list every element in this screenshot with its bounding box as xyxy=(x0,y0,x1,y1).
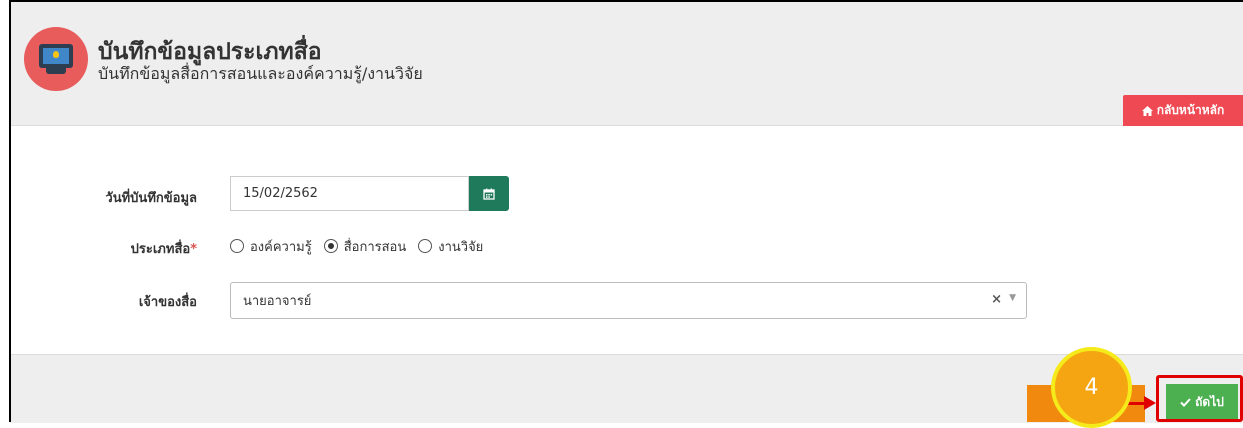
step-badge: 4 xyxy=(1051,347,1132,428)
radio-option-teaching-media[interactable]: สื่อการสอน xyxy=(323,236,407,257)
home-button[interactable]: กลับหน้าหลัก xyxy=(1123,95,1243,126)
radio-option-label: งานวิจัย xyxy=(438,239,484,255)
header-avatar xyxy=(24,27,88,91)
monitor-lightbulb-icon xyxy=(39,44,73,68)
date-input[interactable]: 15/02/2562 xyxy=(230,176,469,211)
owner-label: เจ้าของสื่อ xyxy=(138,295,197,310)
page-header: บันทึกข้อมูลประเภทสื่อ บันทึกข้อมูลสื่อก… xyxy=(11,2,1243,126)
calendar-icon xyxy=(483,188,495,200)
radio-option-knowledge[interactable]: องค์ความรู้ xyxy=(230,236,312,257)
date-label: วันที่บันทึกข้อมูล xyxy=(105,191,197,206)
radio-button[interactable] xyxy=(230,239,244,253)
home-icon xyxy=(1141,105,1153,116)
owner-select[interactable]: นายอาจารย์ × ▼ xyxy=(230,282,1027,319)
clear-selection-icon[interactable]: × xyxy=(991,292,1002,307)
monitor-stand-icon xyxy=(46,68,66,74)
chevron-down-icon[interactable]: ▼ xyxy=(1009,293,1016,303)
lightbulb-icon xyxy=(53,51,59,58)
owner-value: นายอาจารย์ xyxy=(243,294,312,309)
media-type-radio-group: องค์ความรู้ สื่อการสอน งานวิจัย xyxy=(230,236,483,256)
page-subtitle: บันทึกข้อมูลสื่อการสอนและองค์ความรู้/งาน… xyxy=(98,64,423,83)
media-type-label: ประเภทสื่อ* xyxy=(130,242,197,257)
radio-button-checked[interactable] xyxy=(323,239,338,253)
highlight-box xyxy=(1156,375,1243,422)
calendar-button[interactable] xyxy=(469,176,509,211)
home-button-label: กลับหน้าหลัก xyxy=(1156,103,1225,117)
radio-option-research[interactable]: งานวิจัย xyxy=(418,236,483,257)
arrow-right-icon xyxy=(1144,396,1156,410)
required-asterisk: * xyxy=(190,242,197,257)
radio-option-label: องค์ความรู้ xyxy=(250,239,312,255)
date-value: 15/02/2562 xyxy=(243,186,318,201)
radio-button[interactable] xyxy=(418,239,433,253)
radio-option-label: สื่อการสอน xyxy=(343,239,407,255)
